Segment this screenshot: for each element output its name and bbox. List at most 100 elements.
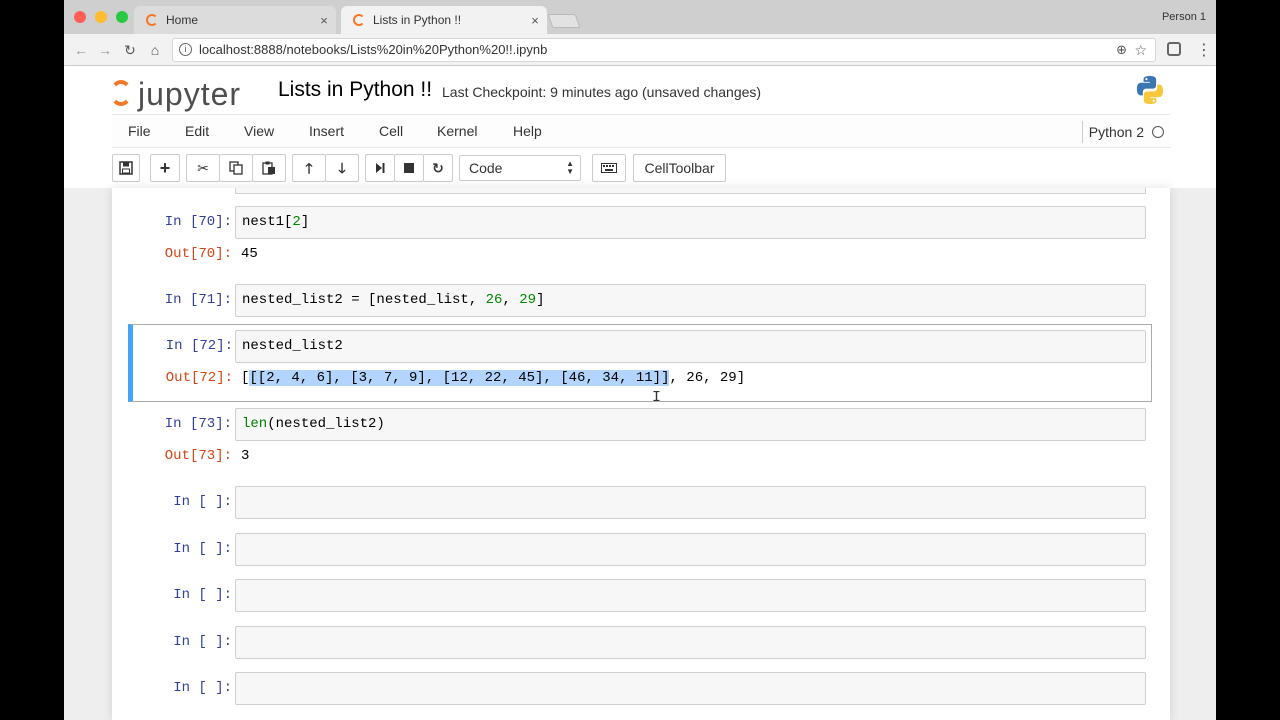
maximize-window-button[interactable]	[116, 11, 128, 23]
code-input[interactable]: nest1[2]	[235, 206, 1146, 239]
input-prompt: In [71]:	[164, 292, 232, 308]
code-input[interactable]	[235, 579, 1146, 612]
output-prompt: Out[73]:	[164, 448, 232, 464]
reload-icon[interactable]: ↻	[121, 41, 139, 59]
logo-text: jupyter	[138, 76, 242, 112]
move-down-button[interactable]: 🡓	[325, 154, 359, 182]
menu-file[interactable]: File	[112, 115, 167, 148]
code-cell[interactable]: In [70]: nest1[2] Out[70]: 45	[128, 206, 1152, 276]
interrupt-button[interactable]	[394, 154, 424, 182]
code-token: nested_list2 = [nested_list,	[242, 292, 486, 308]
code-input[interactable]: nested_list2	[235, 330, 1146, 363]
jupyter-logo[interactable]: jupyter	[110, 74, 260, 114]
python-logo-icon	[1136, 76, 1164, 104]
input-prompt: In [ ]:	[173, 680, 232, 696]
output-prompt: Out[70]:	[164, 246, 232, 262]
empty-code-cell[interactable]: In [ ]:	[128, 579, 1152, 613]
code-number: 29	[519, 292, 537, 308]
menu-cell[interactable]: Cell	[363, 115, 419, 148]
code-token: nest1[	[242, 214, 293, 230]
profile-name[interactable]: Person 1	[1162, 11, 1206, 23]
menu-view[interactable]: View	[228, 115, 290, 148]
code-input[interactable]: nested_list2 = [nested_list, 26, 29]	[235, 284, 1146, 317]
cell-type-value: Code	[469, 160, 503, 176]
jupyter-favicon-icon	[353, 14, 365, 26]
code-input[interactable]	[235, 486, 1146, 519]
empty-code-cell[interactable]: In [ ]:	[128, 626, 1152, 660]
jupyter-logo-icon	[110, 80, 132, 106]
tab-title: Home	[166, 13, 199, 27]
input-prompt: In [ ]:	[173, 587, 232, 603]
notebook-toolbar: + ✂ 🡑 🡓 ↻ Code ▲ ▼ CellToolbar	[112, 154, 1170, 182]
selected-code-cell[interactable]: In [72]: nested_list2 Out[72]: [[[2, 4, …	[128, 324, 1152, 402]
star-icon[interactable]: ☆	[1134, 39, 1147, 61]
kernel-idle-icon	[1152, 126, 1164, 138]
code-cell[interactable]: In [71]: nested_list2 = [nested_list, 26…	[128, 284, 1152, 318]
empty-code-cell[interactable]: In [ ]:	[128, 533, 1152, 567]
new-tab-button[interactable]	[547, 14, 581, 28]
extension-icon[interactable]	[1167, 42, 1181, 56]
close-icon[interactable]: ×	[527, 13, 543, 28]
code-cell[interactable]: In [73]: len(nested_list2) Out[73]: 3	[128, 408, 1152, 478]
close-window-button[interactable]	[74, 11, 86, 23]
minimize-window-button[interactable]	[95, 11, 107, 23]
code-input[interactable]: len(nested_list2)	[235, 408, 1146, 441]
menu-help[interactable]: Help	[497, 115, 558, 148]
code-input[interactable]	[235, 626, 1146, 659]
home-icon[interactable]: ⌂	[146, 41, 164, 59]
command-palette-button[interactable]	[592, 154, 626, 182]
tab-home[interactable]: Home ×	[134, 6, 336, 34]
browser-tab-strip: Home × Lists in Python !! × Person 1	[64, 0, 1216, 34]
keyboard-icon	[601, 163, 617, 173]
notebook-container: In [70]: nest1[2] Out[70]: 45 In [71]: n…	[112, 188, 1170, 720]
tab-lists-in-python[interactable]: Lists in Python !! ×	[341, 6, 547, 34]
close-icon[interactable]: ×	[316, 13, 332, 28]
output-text: 3	[241, 448, 250, 464]
code-input[interactable]	[235, 672, 1146, 705]
notebook-menubar: File Edit View Insert Cell Kernel Help P…	[112, 114, 1170, 148]
move-up-button[interactable]: 🡑	[292, 154, 326, 182]
code-number: 2	[292, 214, 301, 230]
browser-menu-icon[interactable]: ⋮	[1196, 40, 1212, 60]
menu-insert[interactable]: Insert	[293, 115, 360, 148]
arrow-right-icon[interactable]: →	[96, 41, 114, 59]
menu-edit[interactable]: Edit	[169, 115, 225, 148]
input-prompt: In [70]:	[164, 214, 232, 230]
code-token: ]	[300, 214, 310, 230]
empty-code-cell[interactable]: In [ ]:	[128, 672, 1152, 706]
cut-button[interactable]: ✂	[186, 154, 220, 182]
input-prompt: In [72]:	[165, 338, 233, 354]
code-number: 26	[485, 292, 503, 308]
empty-code-cell[interactable]: In [ ]:	[128, 486, 1152, 520]
selected-output-text[interactable]: [[2, 4, 6], [3, 7, 9], [12, 22, 45], [46…	[249, 370, 670, 386]
restart-button[interactable]: ↻	[423, 154, 453, 182]
menu-kernel[interactable]: Kernel	[421, 115, 493, 148]
code-input[interactable]	[235, 533, 1146, 566]
run-button[interactable]	[365, 154, 395, 182]
jupyter-favicon-icon	[146, 14, 158, 26]
paste-button[interactable]	[252, 154, 286, 182]
output-text: [[[2, 4, 6], [3, 7, 9], [12, 22, 45], [4…	[241, 368, 745, 388]
save-button[interactable]	[112, 154, 140, 182]
arrow-left-icon[interactable]: ←	[72, 41, 90, 59]
input-prompt: In [73]:	[164, 416, 232, 432]
run-icon	[376, 163, 385, 173]
insert-cell-button[interactable]: +	[150, 154, 180, 182]
scissors-icon: ✂	[197, 160, 209, 176]
notebook-site: In [70]: nest1[2] Out[70]: 45 In [71]: n…	[64, 188, 1216, 720]
plus-icon: +	[159, 158, 171, 178]
notebook-title[interactable]: Lists in Python !!	[278, 78, 432, 102]
previous-cell-input[interactable]	[235, 188, 1146, 194]
info-icon[interactable]: i	[179, 43, 192, 56]
zoom-icon[interactable]: ⊕	[1116, 39, 1127, 61]
celltoolbar-button[interactable]: CellToolbar	[633, 154, 726, 182]
cell-type-select[interactable]: Code ▲ ▼	[459, 155, 581, 181]
kernel-name: Python 2	[1088, 124, 1144, 140]
code-token: ]	[536, 292, 545, 308]
copy-button[interactable]	[219, 154, 253, 182]
arrow-up-icon: 🡑	[305, 160, 313, 176]
paste-icon	[262, 161, 275, 175]
jupyter-header: jupyter Lists in Python !! Last Checkpoi…	[64, 66, 1216, 188]
text-cursor-icon: I	[652, 389, 662, 406]
address-bar[interactable]: i localhost:8888/notebooks/Lists%20in%20…	[172, 38, 1156, 62]
